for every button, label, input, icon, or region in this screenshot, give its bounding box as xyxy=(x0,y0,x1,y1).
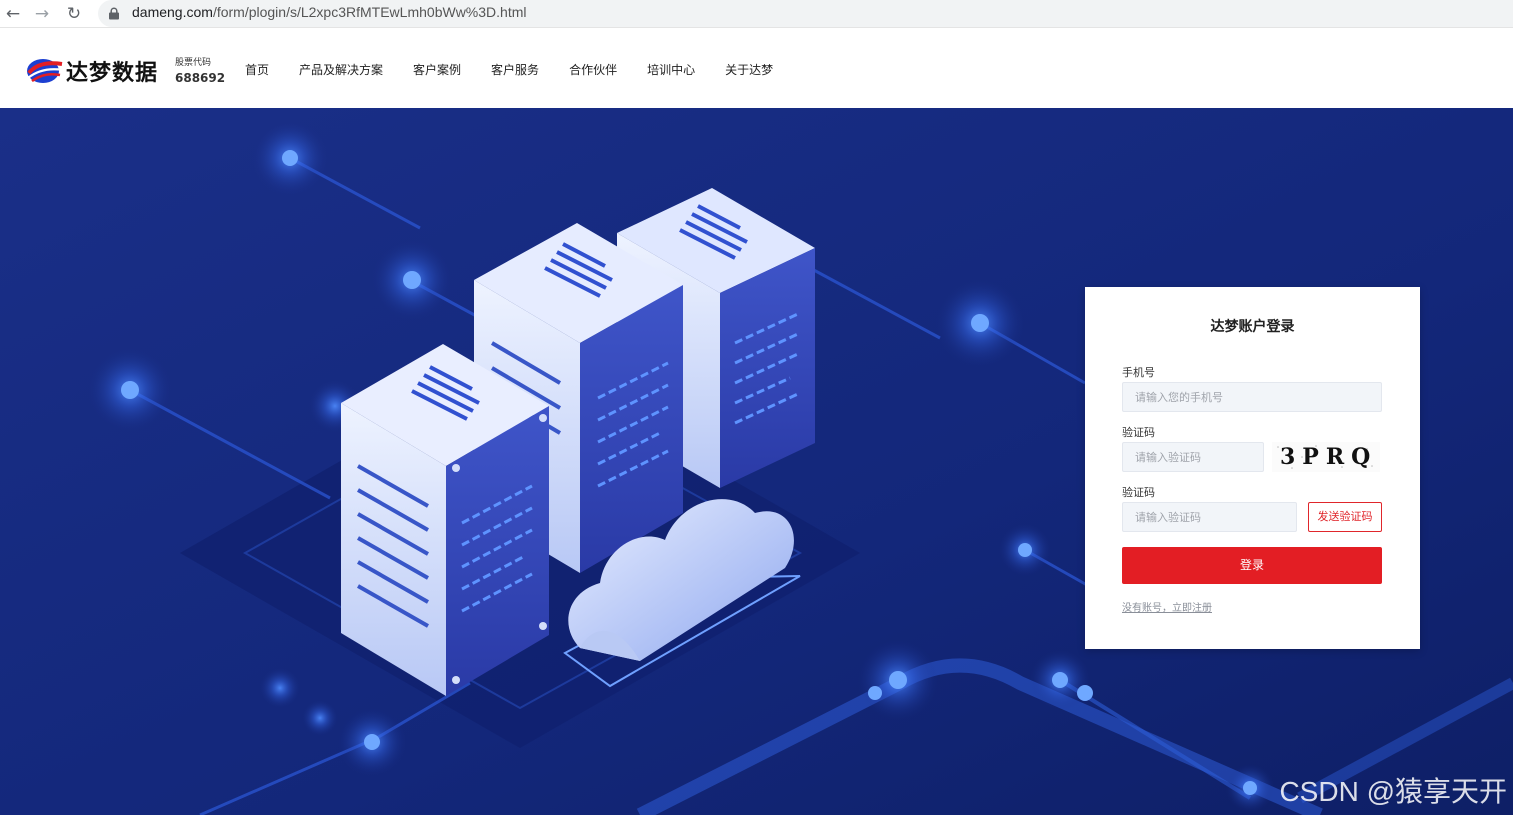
stock-code: 688692 xyxy=(175,71,226,85)
browser-toolbar: ← → ↻ dameng.com/form/plogin/s/L2xpc3RfM… xyxy=(0,0,1513,28)
stock-info: 股票代码 688692 xyxy=(175,58,226,85)
csdn-watermark: CSDN @猿享天开 xyxy=(1279,776,1507,807)
main-nav: 首页 产品及解决方案 客户案例 客户服务 合作伙伴 培训中心 关于达梦 xyxy=(245,61,803,78)
phone-label: 手机号 xyxy=(1122,366,1155,379)
phone-input[interactable] xyxy=(1122,382,1382,412)
sms-code-input[interactable] xyxy=(1122,502,1297,532)
captcha-image[interactable]: 3PRQ xyxy=(1272,442,1380,472)
site-header: 达梦数据 股票代码 688692 首页 产品及解决方案 客户案例 客户服务 合作… xyxy=(0,32,1513,108)
send-code-button[interactable]: 发送验证码 xyxy=(1308,502,1382,532)
captcha-label: 验证码 xyxy=(1122,426,1155,439)
back-arrow-icon[interactable]: ← xyxy=(2,3,24,25)
lock-icon xyxy=(109,7,119,20)
nav-partners[interactable]: 合作伙伴 xyxy=(569,61,617,78)
address-bar[interactable]: dameng.com/form/plogin/s/L2xpc3RfMTEwLmh… xyxy=(98,0,1513,27)
dameng-logo[interactable]: 达梦数据 xyxy=(26,54,158,88)
url-text: dameng.com/form/plogin/s/L2xpc3RfMTEwLmh… xyxy=(132,4,527,20)
login-card: 达梦账户登录 手机号 验证码 3PRQ 验证码 发送验证码 登录 没有账号，立即… xyxy=(1085,287,1420,649)
sms-code-label: 验证码 xyxy=(1122,486,1155,499)
nav-about[interactable]: 关于达梦 xyxy=(725,61,773,78)
login-button[interactable]: 登录 xyxy=(1122,547,1382,584)
nav-service[interactable]: 客户服务 xyxy=(491,61,539,78)
nav-products[interactable]: 产品及解决方案 xyxy=(299,61,383,78)
register-link[interactable]: 没有账号，立即注册 xyxy=(1122,599,1212,614)
stock-label: 股票代码 xyxy=(175,58,212,68)
nav-home[interactable]: 首页 xyxy=(245,61,269,78)
dameng-logo-icon xyxy=(27,59,64,83)
nav-cases[interactable]: 客户案例 xyxy=(413,61,461,78)
captcha-text: 3PRQ xyxy=(1280,444,1378,470)
server-rack-front xyxy=(341,344,549,696)
reload-icon[interactable]: ↻ xyxy=(63,3,85,25)
forward-arrow-icon[interactable]: → xyxy=(31,3,53,25)
logo-text: 达梦数据 xyxy=(66,61,159,86)
nav-training[interactable]: 培训中心 xyxy=(647,61,695,78)
captcha-input[interactable] xyxy=(1122,442,1264,472)
login-title: 达梦账户登录 xyxy=(1210,319,1295,335)
